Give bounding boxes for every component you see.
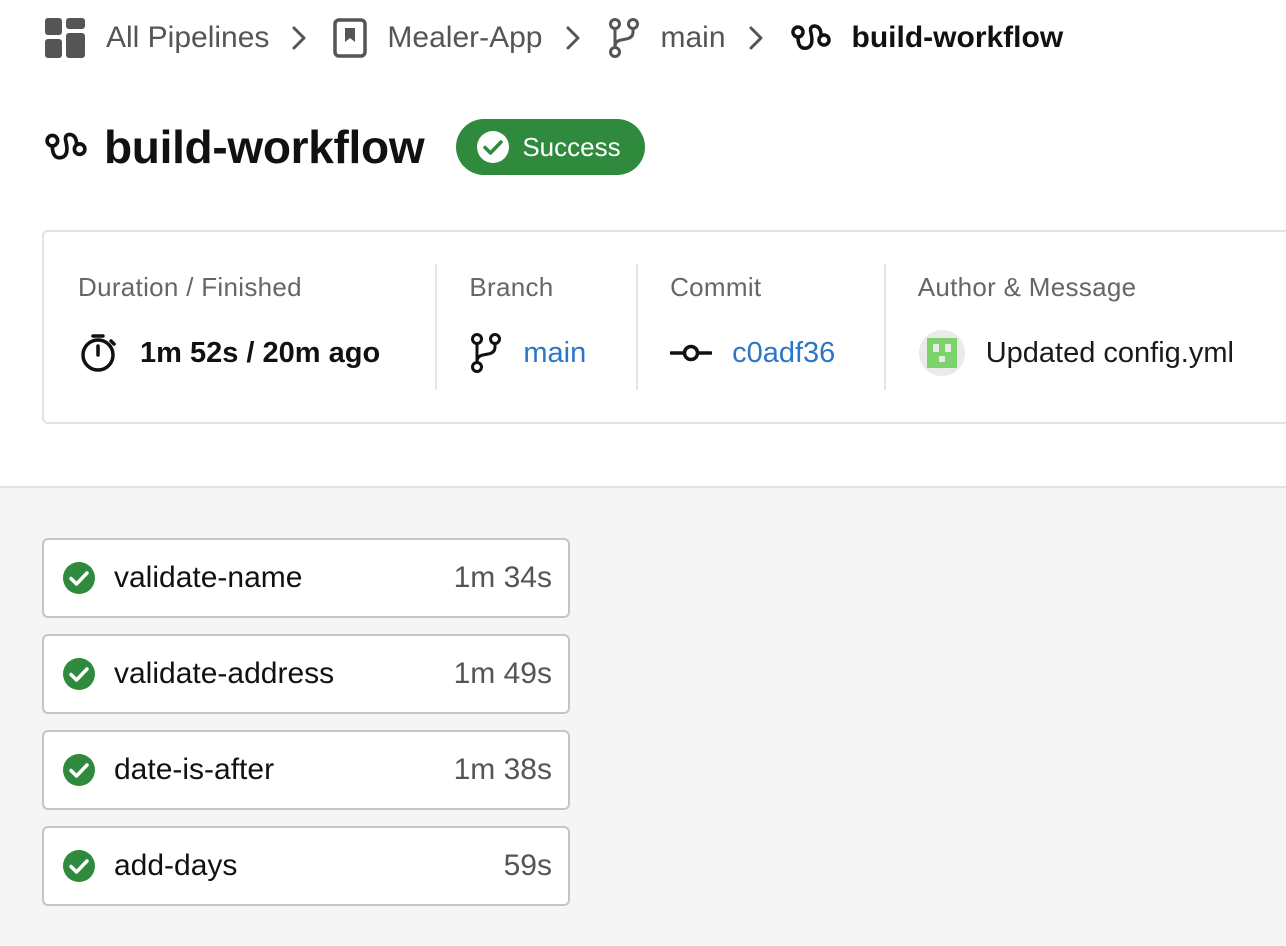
workflow-icon	[44, 131, 88, 163]
commit-label: Commit	[670, 272, 762, 302]
breadcrumb-branch[interactable]: main	[607, 17, 726, 59]
breadcrumb-all-pipelines[interactable]: All Pipelines	[44, 17, 269, 59]
project-bookmark-icon	[333, 18, 368, 58]
breadcrumb-workflow: build-workflow	[790, 21, 1064, 55]
pipeline-details-card: Duration / Finished 1m 52s / 20m ago Bra…	[42, 230, 1286, 424]
author-avatar	[918, 329, 966, 377]
commit-message: Updated config.yml	[985, 336, 1234, 369]
author-label: Author & Message	[917, 272, 1137, 302]
stopwatch-icon	[78, 332, 120, 374]
check-circle-icon	[62, 753, 96, 787]
job-name: date-is-after	[114, 753, 275, 786]
job-name: add-days	[114, 849, 238, 882]
job-duration: 1m 38s	[453, 753, 552, 786]
job-card[interactable]: validate-address 1m 49s	[42, 634, 570, 714]
status-badge: Success	[456, 119, 645, 175]
breadcrumb-project[interactable]: Mealer-App	[333, 18, 543, 58]
author-section: Author & Message Updated config.yml	[883, 232, 1286, 422]
check-circle-icon	[62, 849, 96, 883]
check-circle-icon	[62, 561, 96, 595]
chevron-right-icon	[565, 25, 581, 51]
jobs-panel: validate-name 1m 34s validate-address 1m…	[0, 486, 1286, 946]
job-duration: 1m 34s	[453, 561, 552, 594]
chevron-right-icon	[291, 25, 307, 51]
job-card[interactable]: add-days 59s	[42, 826, 570, 906]
job-name: validate-address	[114, 657, 335, 690]
breadcrumb: All Pipelines Mealer-App main build-work…	[44, 16, 1063, 60]
commit-link[interactable]: c0adf36	[732, 337, 835, 370]
page-title: build-workflow	[104, 121, 425, 173]
duration-section: Duration / Finished 1m 52s / 20m ago	[44, 232, 435, 422]
duration-label: Duration / Finished	[78, 272, 302, 302]
duration-value: 1m 52s / 20m ago	[140, 336, 381, 369]
dashboard-grid-icon	[44, 17, 86, 59]
branch-section: Branch main	[435, 232, 636, 422]
branch-label: Branch	[469, 272, 554, 302]
status-label: Success	[522, 131, 621, 162]
chevron-right-icon	[748, 25, 764, 51]
git-branch-icon	[469, 332, 503, 374]
check-circle-icon	[62, 657, 96, 691]
workflow-icon	[790, 23, 832, 53]
breadcrumb-label: main	[660, 21, 726, 54]
breadcrumb-label: Mealer-App	[387, 21, 543, 54]
job-name: validate-name	[114, 561, 303, 594]
breadcrumb-label: All Pipelines	[106, 21, 270, 54]
job-card[interactable]: validate-name 1m 34s	[42, 538, 570, 618]
check-circle-icon	[476, 130, 510, 164]
page-header: build-workflow Success	[44, 112, 645, 182]
git-commit-icon	[670, 343, 713, 363]
git-branch-icon	[607, 17, 641, 59]
job-duration: 59s	[503, 849, 552, 882]
commit-section: Commit c0adf36	[636, 232, 884, 422]
job-duration: 1m 49s	[453, 657, 552, 690]
job-card[interactable]: date-is-after 1m 38s	[42, 730, 570, 810]
branch-link[interactable]: main	[523, 337, 586, 370]
breadcrumb-label: build-workflow	[851, 21, 1064, 54]
